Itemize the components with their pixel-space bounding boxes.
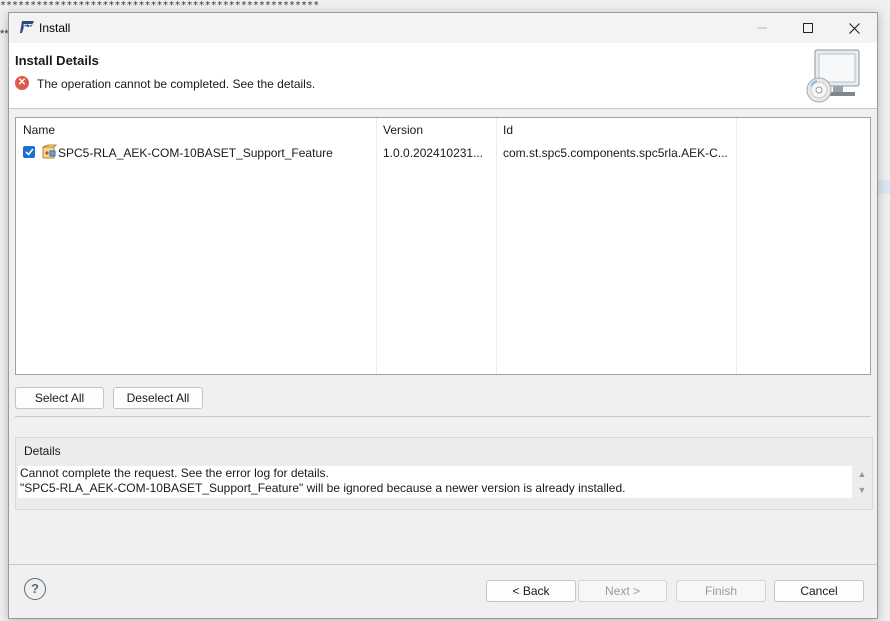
details-line: Cannot complete the request. See the err…	[20, 466, 329, 480]
svg-text:ST: ST	[23, 24, 33, 31]
next-button[interactable]: Next >	[578, 580, 667, 602]
details-line: "SPC5-RLA_AEK-COM-10BASET_Support_Featur…	[20, 481, 626, 495]
title-bar: ST Install	[9, 13, 877, 43]
column-header-name[interactable]: Name	[16, 118, 376, 142]
select-all-button[interactable]: Select All	[15, 387, 104, 409]
status-message: The operation cannot be completed. See t…	[37, 77, 316, 91]
details-text-area[interactable]: Cannot complete the request. See the err…	[18, 466, 852, 498]
cancel-button[interactable]: Cancel	[774, 580, 864, 602]
checkmark-icon	[24, 148, 34, 156]
finish-button[interactable]: Finish	[676, 580, 766, 602]
window-title: Install	[39, 21, 71, 35]
background-editor-highlight	[876, 180, 890, 194]
scroll-up-icon[interactable]: ▲	[856, 468, 868, 480]
feature-name[interactable]: SPC5-RLA_AEK-COM-10BASET_Support_Feature	[58, 144, 373, 162]
column-header-version[interactable]: Version	[376, 118, 496, 142]
column-header-id[interactable]: Id	[496, 118, 736, 142]
scroll-down-icon[interactable]: ▼	[856, 484, 868, 496]
separator	[9, 564, 877, 565]
column-divider	[376, 118, 377, 374]
maximize-button[interactable]	[785, 13, 831, 43]
install-wizard-icon	[806, 49, 860, 103]
feature-version: 1.0.0.202410231...	[383, 146, 484, 160]
wizard-header: Install Details ✕ The operation cannot b…	[9, 43, 877, 109]
feature-id: com.st.spc5.components.spc5rla.AEK-C...	[503, 146, 728, 160]
help-icon[interactable]: ?	[24, 578, 46, 600]
error-icon: ✕	[15, 76, 29, 90]
st-logo-icon: ST	[20, 21, 34, 33]
background-editor-text: ****************************************…	[0, 0, 320, 11]
details-panel: Details Cannot complete the request. See…	[15, 437, 873, 510]
close-icon	[848, 22, 860, 34]
details-label: Details	[24, 444, 61, 458]
feature-icon	[42, 144, 57, 159]
deselect-all-button[interactable]: Deselect All	[113, 387, 203, 409]
page-title: Install Details	[15, 53, 99, 68]
feature-checkbox[interactable]	[23, 146, 35, 158]
close-button[interactable]	[831, 13, 877, 43]
maximize-icon	[803, 23, 813, 33]
feature-table: Name Version Id SPC5-RLA_AEK-COM-10BASET…	[15, 117, 871, 375]
minimize-button[interactable]	[739, 13, 785, 43]
column-divider	[496, 118, 497, 374]
back-button[interactable]: < Back	[486, 580, 576, 602]
separator	[15, 416, 871, 417]
minimize-icon	[757, 27, 767, 29]
install-dialog: ST Install Install Details ✕ The operati…	[8, 12, 878, 619]
background-editor-fragment: **	[0, 28, 8, 40]
column-divider	[736, 118, 737, 374]
